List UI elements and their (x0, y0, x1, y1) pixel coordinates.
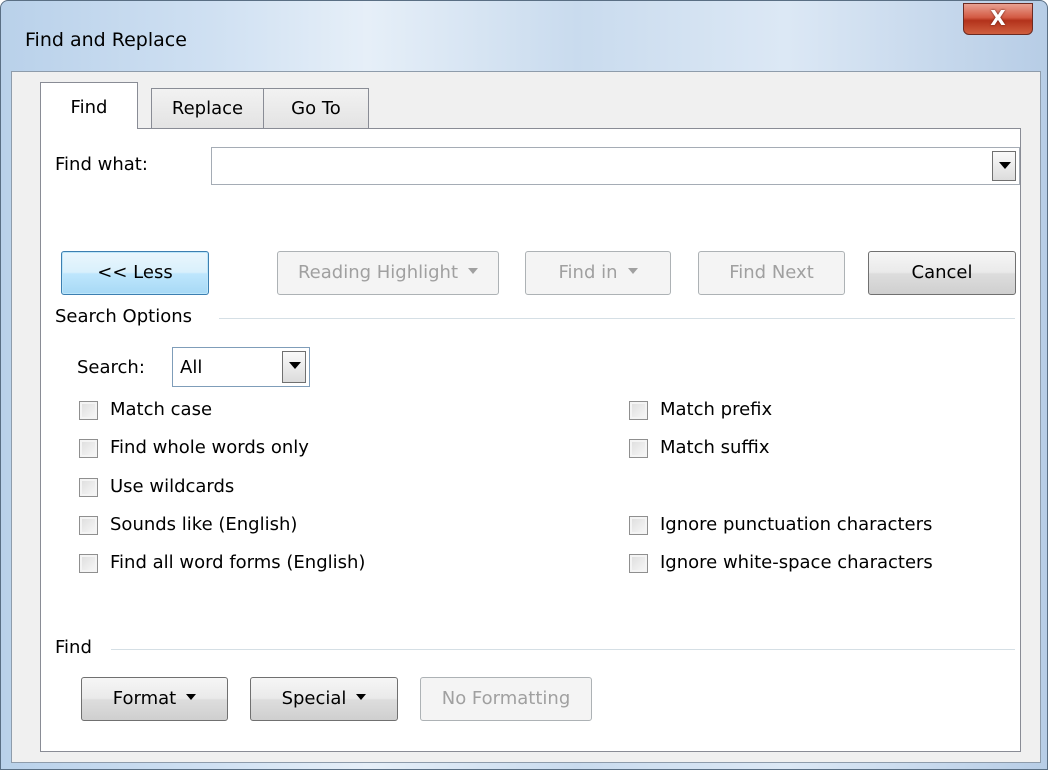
ignore-punctuation-checkbox[interactable] (629, 516, 648, 535)
search-options-heading: Search Options (55, 306, 193, 327)
ignore-punctuation-label: Ignore punctuation characters (660, 514, 933, 535)
special-label: Special (281, 688, 347, 709)
find-what-label: Find what: (55, 154, 148, 175)
no-formatting-button[interactable]: No Formatting (420, 677, 592, 721)
match-suffix-checkbox[interactable] (629, 439, 648, 458)
format-label: Format (112, 688, 177, 709)
reading-highlight-button[interactable]: Reading Highlight (277, 251, 499, 295)
chevron-down-icon (186, 694, 197, 700)
match-suffix-label: Match suffix (660, 437, 770, 458)
match-prefix-option[interactable]: Match prefix (629, 399, 1009, 423)
close-button[interactable]: X (963, 3, 1033, 35)
ignore-whitespace-checkbox[interactable] (629, 554, 648, 573)
ignore-whitespace-label: Ignore white-space characters (660, 552, 933, 573)
find-in-label: Find in (558, 262, 618, 283)
match-prefix-label: Match prefix (660, 399, 773, 420)
match-case-option[interactable]: Match case (79, 399, 479, 423)
wildcards-option[interactable]: Use wildcards (79, 476, 479, 500)
less-button[interactable]: << Less (61, 251, 209, 295)
reading-highlight-label: Reading Highlight (297, 262, 459, 283)
tab-find-label: Find (70, 97, 108, 118)
find-next-button[interactable]: Find Next (698, 251, 845, 295)
word-forms-option[interactable]: Find all word forms (English) (79, 552, 479, 576)
tab-replace-label: Replace (171, 98, 244, 119)
format-button[interactable]: Format (81, 677, 228, 721)
match-prefix-checkbox[interactable] (629, 401, 648, 420)
match-suffix-option[interactable]: Match suffix (629, 437, 1009, 461)
word-forms-label: Find all word forms (English) (110, 552, 366, 573)
find-what-input[interactable] (216, 152, 980, 182)
match-case-checkbox[interactable] (79, 401, 98, 420)
special-button[interactable]: Special (250, 677, 398, 721)
find-tab-panel: Find what: << Less Reading Highlight Fin… (40, 128, 1021, 752)
find-what-dropdown-arrow[interactable] (992, 151, 1016, 181)
tab-goto-label: Go To (291, 98, 341, 119)
title-bar[interactable]: Find and Replace X (1, 1, 1047, 71)
less-button-label: << Less (97, 262, 173, 283)
find-next-label: Find Next (729, 262, 814, 283)
whole-words-option[interactable]: Find whole words only (79, 437, 479, 461)
search-options-divider (219, 318, 1015, 319)
chevron-down-icon (356, 694, 367, 700)
window-title: Find and Replace (25, 29, 187, 51)
no-formatting-label: No Formatting (441, 688, 571, 709)
whole-words-checkbox[interactable] (79, 439, 98, 458)
close-icon: X (990, 6, 1006, 30)
cancel-button[interactable]: Cancel (868, 251, 1016, 295)
word-forms-checkbox[interactable] (79, 554, 98, 573)
sounds-like-option[interactable]: Sounds like (English) (79, 514, 479, 538)
tab-goto[interactable]: Go To (263, 88, 369, 128)
search-direction-select[interactable]: All (172, 347, 310, 387)
sounds-like-checkbox[interactable] (79, 516, 98, 535)
wildcards-checkbox[interactable] (79, 478, 98, 497)
sounds-like-label: Sounds like (English) (110, 514, 298, 535)
find-what-combobox[interactable] (211, 147, 1020, 185)
tab-find[interactable]: Find (40, 82, 138, 129)
search-direction-value: All (180, 357, 203, 378)
tab-replace[interactable]: Replace (151, 88, 264, 128)
ignore-punctuation-option[interactable]: Ignore punctuation characters (629, 514, 1009, 538)
ignore-whitespace-option[interactable]: Ignore white-space characters (629, 552, 1009, 576)
search-label: Search: (77, 357, 145, 378)
find-in-button[interactable]: Find in (525, 251, 671, 295)
chevron-down-icon (468, 268, 479, 274)
dialog-body: Find Replace Go To Find what: << Less Re… (11, 71, 1041, 763)
whole-words-label: Find whole words only (110, 437, 309, 458)
chevron-down-icon (627, 268, 638, 274)
wildcards-label: Use wildcards (110, 476, 235, 497)
search-direction-arrow[interactable] (282, 351, 306, 383)
cancel-label: Cancel (911, 262, 973, 283)
match-case-label: Match case (110, 399, 213, 420)
find-group-divider (111, 649, 1015, 650)
find-replace-dialog: Find and Replace X Find Replace Go To Fi… (0, 0, 1048, 770)
find-group-heading: Find (55, 637, 92, 658)
